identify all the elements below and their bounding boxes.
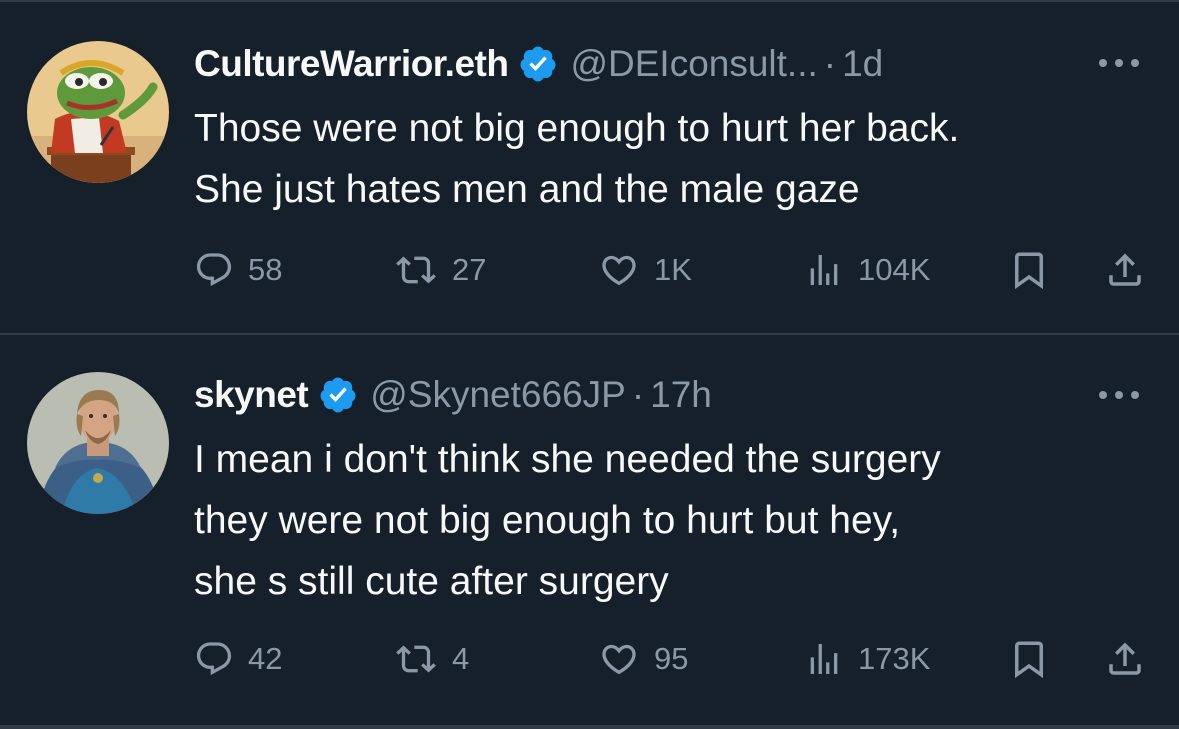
repost-count: 27 xyxy=(452,252,487,287)
verified-badge-icon xyxy=(320,377,356,413)
avatar[interactable] xyxy=(27,372,169,514)
views-button[interactable]: 104K xyxy=(804,245,930,295)
bookmark-button[interactable] xyxy=(1008,245,1050,295)
handle[interactable]: @Skynet666JP xyxy=(370,374,626,416)
avatar[interactable] xyxy=(27,41,169,183)
tweet-text-line: I mean i don't think she needed the surg… xyxy=(194,438,941,481)
share-button[interactable] xyxy=(1104,245,1146,295)
reply-button[interactable]: 42 xyxy=(194,634,282,684)
tweet-header: skynet @Skynet666JP · 17h xyxy=(194,369,712,421)
tweet-text-line: they were not big enough to hurt but hey… xyxy=(194,499,901,542)
repost-icon xyxy=(396,256,436,284)
timestamp[interactable]: 1d xyxy=(842,43,883,85)
heart-icon xyxy=(602,644,636,675)
reply-count: 42 xyxy=(248,641,283,676)
more-options-icon[interactable] xyxy=(1097,388,1141,402)
display-name[interactable]: CultureWarrior.eth xyxy=(194,43,509,85)
handle[interactable]: @DEIconsult... xyxy=(570,43,817,85)
bookmark-icon xyxy=(1015,641,1043,679)
views-count: 104K xyxy=(858,252,931,287)
tweet-text-line: Those were not big enough to hurt her ba… xyxy=(194,107,960,150)
frog-orator-avatar-icon xyxy=(27,41,169,183)
like-count: 95 xyxy=(654,641,689,676)
share-button[interactable] xyxy=(1104,634,1146,684)
share-icon xyxy=(1109,642,1141,675)
like-button[interactable]: 95 xyxy=(598,634,688,684)
separator-dot: · xyxy=(631,374,645,415)
repost-icon xyxy=(396,645,436,673)
bookmark-icon xyxy=(1015,252,1043,290)
views-chart-icon xyxy=(810,644,838,674)
timestamp[interactable]: 17h xyxy=(650,374,712,416)
like-count: 1K xyxy=(654,252,692,287)
reply-icon xyxy=(196,642,232,676)
action-bar: 42 4 95 173K xyxy=(194,634,1154,684)
repost-button[interactable]: 27 xyxy=(394,245,486,295)
tweet-text-line: She just hates men and the male gaze xyxy=(194,168,860,211)
bottom-divider xyxy=(0,725,1179,729)
separator-dot: · xyxy=(823,43,837,84)
tweet-header: CultureWarrior.eth @DEIconsult... · 1d xyxy=(194,38,883,90)
more-options-icon[interactable] xyxy=(1097,56,1141,70)
tweet[interactable]: skynet @Skynet666JP · 17h I mean i don't… xyxy=(0,335,1179,725)
reply-count: 58 xyxy=(248,252,283,287)
tweet-text-line: she s still cute after surgery xyxy=(194,560,669,603)
reply-icon xyxy=(196,253,232,287)
bookmark-button[interactable] xyxy=(1008,634,1050,684)
repost-count: 4 xyxy=(452,641,470,676)
tweet-text: I mean i don't think she needed the surg… xyxy=(194,429,1154,612)
verified-badge-icon xyxy=(520,46,556,82)
views-count: 173K xyxy=(858,641,931,676)
like-button[interactable]: 1K xyxy=(598,245,692,295)
heart-icon xyxy=(602,255,636,286)
share-icon xyxy=(1109,253,1141,286)
repost-button[interactable]: 4 xyxy=(394,634,469,684)
views-button[interactable]: 173K xyxy=(804,634,930,684)
tweet[interactable]: CultureWarrior.eth @DEIconsult... · 1d T… xyxy=(0,2,1179,333)
medieval-man-avatar-icon xyxy=(27,372,169,514)
tweet-text: Those were not big enough to hurt her ba… xyxy=(194,98,1154,220)
display-name[interactable]: skynet xyxy=(194,374,309,416)
reply-button[interactable]: 58 xyxy=(194,245,282,295)
action-bar: 58 27 1K 104K xyxy=(194,245,1154,295)
views-chart-icon xyxy=(810,255,838,285)
